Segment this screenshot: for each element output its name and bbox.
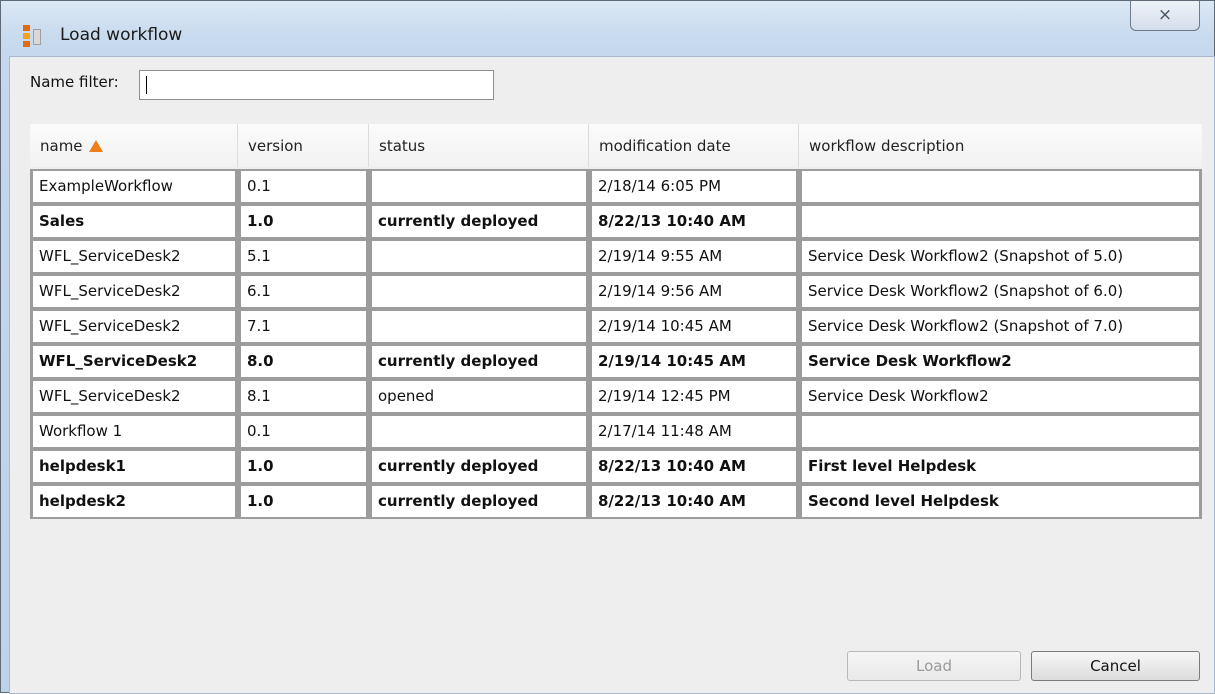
table-row[interactable]: Sales 1.0 currently deployed 8/22/13 10:40 … [30,204,1202,239]
cell-modification-date: 8/22/13 10:40 AM [589,449,799,484]
cell-workflow-description [799,204,1202,239]
cell-modification-date: 8/22/13 10:40 AM [589,484,799,519]
cell-version: 1.0 [238,449,369,484]
cell-version: 0.1 [238,169,369,204]
table-row[interactable]: WFL_ServiceDesk2 7.1 2/19/14 10:45 AM Servi… [30,309,1202,344]
table-row[interactable]: helpdesk2 1.0 currently deployed 8/22/13 10… [30,484,1202,519]
column-header-name-label: name [40,137,83,155]
cell-name: WFL_ServiceDesk2 [30,309,238,344]
window-title: Load workflow [60,25,183,45]
column-header-name[interactable]: name [30,124,238,167]
cell-version: 1.0 [238,484,369,519]
cell-status [369,309,589,344]
close-button[interactable]: ⨯ [1130,1,1200,31]
cell-status: currently deployed [369,344,589,379]
table-row[interactable]: WFL_ServiceDesk2 5.1 2/19/14 9:55 AM Servic… [30,239,1202,274]
cell-name: WFL_ServiceDesk2 [30,239,238,274]
table-header: name version status modification date wo… [30,124,1202,167]
cell-modification-date: 2/19/14 10:45 AM [589,344,799,379]
cell-workflow-description [799,414,1202,449]
name-filter-input[interactable] [139,70,494,100]
cell-version: 5.1 [238,239,369,274]
load-button[interactable]: Load [847,651,1021,681]
cell-workflow-description: Service Desk Workflow2 (Snapshot of 7.0) [799,309,1202,344]
cell-modification-date: 2/19/14 9:56 AM [589,274,799,309]
cell-version: 0.1 [238,414,369,449]
cell-name: helpdesk2 [30,484,238,519]
cell-name: helpdesk1 [30,449,238,484]
cancel-button[interactable]: Cancel [1031,651,1200,681]
name-filter-label: Name filter: [30,73,119,91]
table-row[interactable]: WFL_ServiceDesk2 8.1 opened 2/19/14 12:45 P… [30,379,1202,414]
cell-workflow-description: Second level Helpdesk [799,484,1202,519]
app-icon [23,25,41,47]
cell-name: WFL_ServiceDesk2 [30,344,238,379]
cell-status: currently deployed [369,449,589,484]
cell-workflow-description: Service Desk Workflow2 [799,379,1202,414]
dialog-content: Name filter: name version status modific… [9,56,1215,694]
cell-status: opened [369,379,589,414]
cell-version: 1.0 [238,204,369,239]
cell-status [369,414,589,449]
table-row[interactable]: Workflow 1 0.1 2/17/14 11:48 AM [30,414,1202,449]
cell-modification-date: 2/19/14 9:55 AM [589,239,799,274]
table-row[interactable]: helpdesk1 1.0 currently deployed 8/22/13 10… [30,449,1202,484]
cell-workflow-description: Service Desk Workflow2 [799,344,1202,379]
cell-status: currently deployed [369,484,589,519]
cell-name: WFL_ServiceDesk2 [30,379,238,414]
cell-version: 6.1 [238,274,369,309]
cell-status [369,169,589,204]
cell-modification-date: 2/17/14 11:48 AM [589,414,799,449]
column-header-version[interactable]: version [238,124,369,167]
sort-ascending-icon [88,140,103,152]
cell-workflow-description: Service Desk Workflow2 (Snapshot of 5.0) [799,239,1202,274]
cell-status [369,274,589,309]
cell-workflow-description: Service Desk Workflow2 (Snapshot of 6.0) [799,274,1202,309]
table-row[interactable]: ExampleWorkflow 0.1 2/18/14 6:05 PM [30,169,1202,204]
column-header-workflow-description[interactable]: workflow description [799,124,1202,167]
table-row[interactable]: WFL_ServiceDesk2 8.0 currently deployed 2/1… [30,344,1202,379]
cell-modification-date: 2/19/14 10:45 AM [589,309,799,344]
cell-modification-date: 8/22/13 10:40 AM [589,204,799,239]
cell-version: 7.1 [238,309,369,344]
cell-status [369,239,589,274]
cell-name: ExampleWorkflow [30,169,238,204]
cell-workflow-description: First level Helpdesk [799,449,1202,484]
cell-name: Sales [30,204,238,239]
cell-name: Workflow 1 [30,414,238,449]
cell-workflow-description [799,169,1202,204]
column-header-status[interactable]: status [369,124,589,167]
cell-name: WFL_ServiceDesk2 [30,274,238,309]
cell-modification-date: 2/19/14 12:45 PM [589,379,799,414]
cell-status: currently deployed [369,204,589,239]
cell-version: 8.1 [238,379,369,414]
cell-modification-date: 2/18/14 6:05 PM [589,169,799,204]
text-caret [146,76,147,94]
load-workflow-dialog: Load workflow ⨯ Name filter: name versio… [0,0,1215,694]
table-row[interactable]: WFL_ServiceDesk2 6.1 2/19/14 9:56 AM Servic… [30,274,1202,309]
column-header-modification-date[interactable]: modification date [589,124,799,167]
cell-version: 8.0 [238,344,369,379]
